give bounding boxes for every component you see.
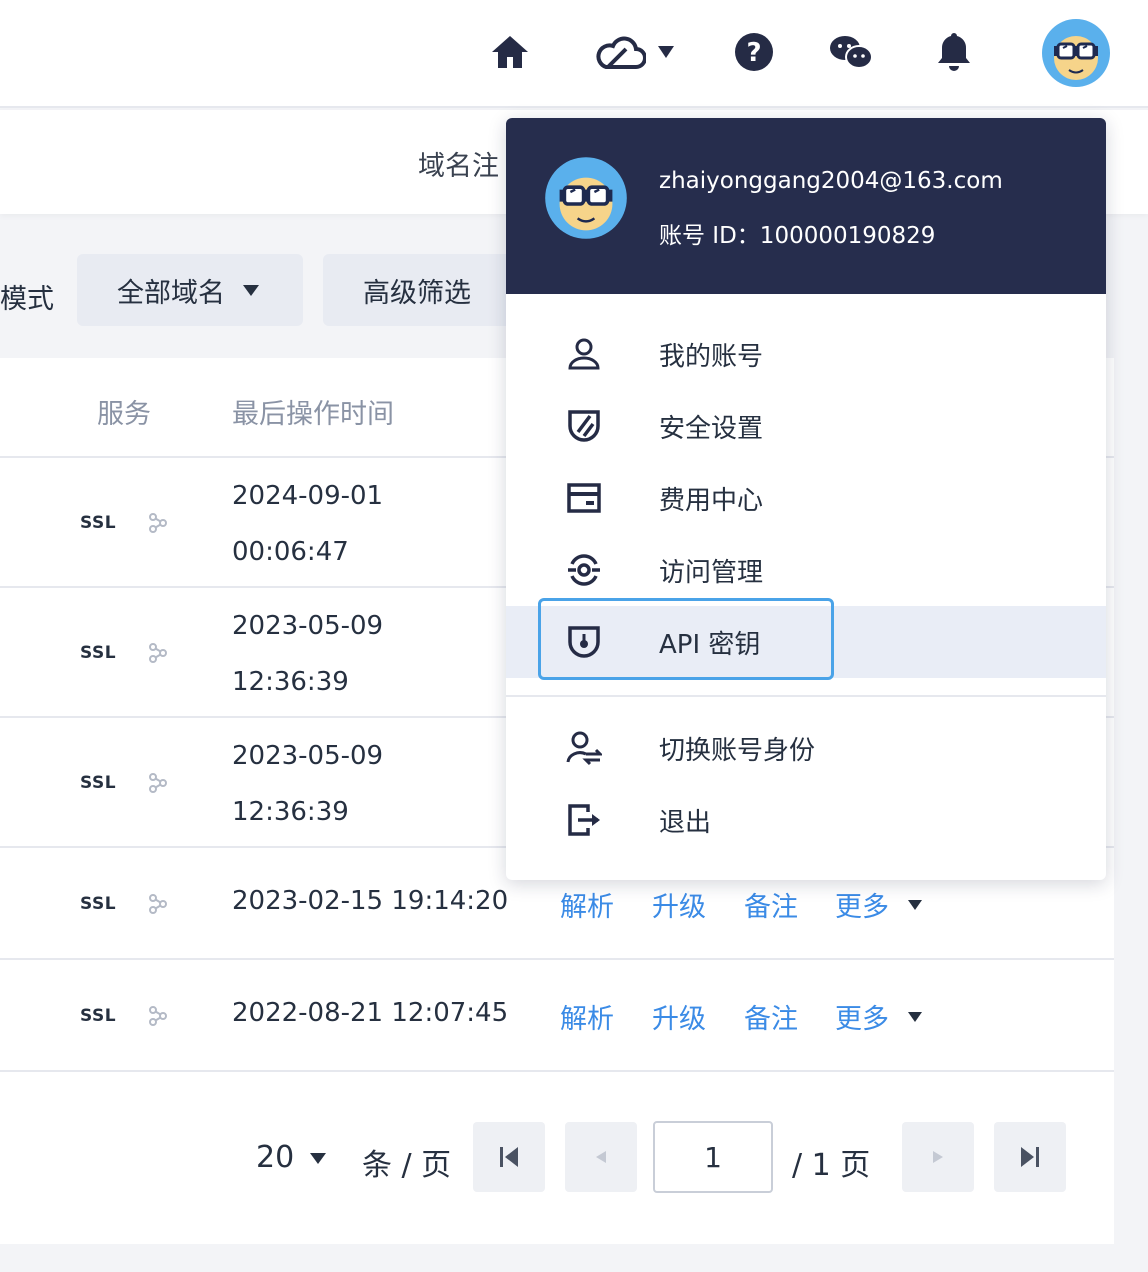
note-link[interactable]: 备注 <box>744 997 798 1036</box>
top-bar: ? <box>0 0 1148 108</box>
home-icon[interactable] <box>488 30 532 74</box>
menu-item-label: 切换账号身份 <box>659 736 816 766</box>
upgrade-link[interactable]: 升级 <box>652 885 706 924</box>
all-domains-dropdown[interactable]: 全部域名 <box>77 254 303 326</box>
access-icon <box>568 554 600 586</box>
note-link[interactable]: 备注 <box>744 885 798 924</box>
last-op-time: 2024-09-01 00:06:47 <box>232 468 383 580</box>
more-link[interactable]: 更多 <box>835 885 889 924</box>
last-page-icon <box>1021 1147 1039 1167</box>
ssl-badge[interactable]: SSL <box>80 1006 116 1026</box>
last-page-button[interactable] <box>994 1122 1066 1192</box>
chevron-down-icon[interactable] <box>908 900 922 910</box>
all-domains-label: 全部域名 <box>117 277 225 309</box>
chevron-down-icon[interactable] <box>654 30 678 74</box>
chevron-down-icon <box>243 284 259 296</box>
menu-item-switch-identity[interactable]: 切换账号身份 <box>506 712 1106 784</box>
first-page-icon <box>500 1147 518 1167</box>
last-op-clock: 12:36:39 <box>232 667 349 697</box>
bell-icon[interactable] <box>932 30 976 74</box>
table-row: SSL 2022-08-21 12:07:45 解析 升级 备注 更多 <box>0 958 1114 1072</box>
shield-icon <box>568 410 600 442</box>
ssl-badge[interactable]: SSL <box>80 894 116 914</box>
prev-page-icon <box>596 1151 606 1163</box>
last-op-time: 2023-02-15 19:14:20 <box>232 886 509 916</box>
menu-item-security[interactable]: 安全设置 <box>506 390 1106 462</box>
per-page-label: 条 / 页 <box>362 1148 452 1183</box>
total-pages-label: / 1 页 <box>792 1148 871 1183</box>
last-op-clock: 12:36:39 <box>232 797 349 827</box>
last-op-date: 2023-05-09 <box>232 611 384 641</box>
svg-text:?: ? <box>746 38 761 68</box>
first-page-button[interactable] <box>473 1122 545 1192</box>
last-op-date: 2023-05-09 <box>232 741 384 771</box>
menu-item-label: 我的账号 <box>659 342 764 372</box>
link-icon[interactable] <box>147 893 169 915</box>
help-icon[interactable]: ? <box>732 30 776 74</box>
prev-page-button[interactable] <box>565 1122 637 1192</box>
ssl-badge[interactable]: SSL <box>80 773 116 793</box>
account-email: zhaiyonggang2004@163.com <box>659 168 1003 194</box>
mode-label: 模式 <box>0 284 54 315</box>
last-op-time: 2023-05-09 12:36:39 <box>232 728 383 840</box>
next-page-button[interactable] <box>902 1122 974 1192</box>
link-icon[interactable] <box>147 642 169 664</box>
divider <box>506 695 1106 697</box>
advanced-filter-button[interactable]: 高级筛选 <box>323 254 523 326</box>
wechat-icon[interactable] <box>827 30 875 74</box>
wallet-icon <box>567 483 601 513</box>
menu-item-billing[interactable]: 费用中心 <box>506 462 1106 534</box>
account-id: 账号 ID：100000190829 <box>659 223 936 249</box>
ssl-badge[interactable]: SSL <box>80 643 116 663</box>
link-icon[interactable] <box>147 512 169 534</box>
more-link[interactable]: 更多 <box>835 997 889 1036</box>
menu-item-my-account[interactable]: 我的账号 <box>506 318 1106 390</box>
link-icon[interactable] <box>147 1005 169 1027</box>
column-header-service: 服务 <box>97 399 151 430</box>
last-op-date: 2024-09-01 <box>232 481 384 511</box>
resolve-link[interactable]: 解析 <box>560 885 614 924</box>
advanced-filter-label: 高级筛选 <box>363 277 471 309</box>
link-icon[interactable] <box>147 772 169 794</box>
menu-item-access[interactable]: 访问管理 <box>506 534 1106 606</box>
chevron-down-icon[interactable] <box>908 1012 922 1022</box>
last-op-time: 2022-08-21 12:07:45 <box>232 998 509 1028</box>
page-number-input[interactable] <box>653 1121 773 1193</box>
menu-item-label: 退出 <box>659 808 712 838</box>
avatar[interactable] <box>1041 18 1111 88</box>
ssl-badge[interactable]: SSL <box>80 513 116 533</box>
switch-user-icon <box>566 731 602 766</box>
logout-icon <box>568 804 600 836</box>
tab-domain-registration[interactable]: 域名注 <box>418 144 499 183</box>
user-icon <box>568 338 600 370</box>
next-page-icon <box>933 1151 943 1163</box>
upgrade-link[interactable]: 升级 <box>652 997 706 1036</box>
last-op-time: 2023-05-09 12:36:39 <box>232 598 383 710</box>
menu-item-label: 费用中心 <box>659 486 764 516</box>
account-header: zhaiyonggang2004@163.com 账号 ID：100000190… <box>506 118 1106 294</box>
menu-item-label: 访问管理 <box>659 558 764 588</box>
avatar <box>544 156 628 240</box>
cloud-icon[interactable] <box>590 30 650 74</box>
last-op-clock: 00:06:47 <box>232 537 349 567</box>
chevron-down-icon[interactable] <box>310 1153 326 1164</box>
menu-item-label: 安全设置 <box>659 414 764 444</box>
resolve-link[interactable]: 解析 <box>560 997 614 1036</box>
account-dropdown-menu: zhaiyonggang2004@163.com 账号 ID：100000190… <box>506 118 1106 880</box>
focus-highlight <box>538 598 834 680</box>
menu-item-logout[interactable]: 退出 <box>506 784 1106 856</box>
page-size-select[interactable]: 20 <box>256 1140 294 1175</box>
column-header-last-op-time: 最后操作时间 <box>232 399 394 430</box>
